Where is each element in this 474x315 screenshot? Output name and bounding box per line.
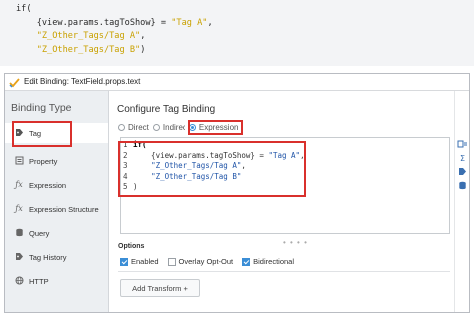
binding-app-icon [9, 78, 20, 88]
title-bar[interactable]: Edit Binding: TextField.props.text [5, 74, 469, 91]
property-icon [14, 156, 24, 166]
sidebar-item-label: Property [29, 156, 58, 166]
radio-indirect-dot[interactable] [152, 124, 160, 131]
configure-heading: Configure Tag Binding [117, 104, 216, 115]
sidebar-item-query[interactable]: Query [5, 223, 108, 243]
checkbox-enabled-box[interactable] [120, 257, 128, 266]
dialog-title: Edit Binding: TextField.props.text [24, 77, 141, 86]
checkbox-overlay-box[interactable] [167, 257, 176, 266]
checkbox-enabled-label: Enabled [131, 257, 159, 266]
sidebar-item-label: Expression [29, 180, 67, 190]
checkbox-bidirectional-box[interactable] [242, 257, 251, 266]
expression-snippet: if( {view.params.tagToShow} = "Tag A", "… [0, 0, 474, 66]
editor-toolbar: Σ [454, 91, 469, 312]
sidebar-item-label: Query [29, 228, 50, 238]
sigma-icon[interactable]: Σ [457, 153, 468, 164]
edit-binding-dialog: Edit Binding: TextField.props.text Bindi… [4, 73, 470, 313]
tag-icon[interactable] [457, 167, 468, 178]
resize-handle[interactable]: • • • • [283, 238, 308, 247]
database-icon[interactable] [457, 181, 468, 192]
sidebar-item-label: Expression Structure [29, 204, 99, 214]
radio-direct-label: Direct [128, 123, 149, 132]
options-label: Options [118, 243, 145, 250]
sidebar-item-tag-history[interactable]: Tag History [5, 247, 108, 267]
insert-property-icon[interactable] [457, 139, 468, 150]
radio-indirect-label: Indirect [162, 123, 185, 132]
history-icon [14, 252, 24, 262]
checkbox-overlay-label: Overlay Opt-Out [178, 257, 234, 266]
checkbox-bidirectional-label: Bidirectional [253, 257, 294, 266]
sidebar-item-http[interactable]: HTTP [5, 271, 108, 291]
checkbox-enabled[interactable]: Enabled [120, 257, 159, 266]
checkbox-overlay-opt-out[interactable]: Overlay Opt-Out [167, 257, 234, 266]
configure-panel: Configure Tag Binding Direct Indirect Ex… [110, 91, 453, 312]
fx-icon: ƒx [15, 180, 23, 189]
globe-icon [14, 276, 24, 286]
expression-radio-highlight-box [188, 120, 243, 135]
snippet-code: if( {view.params.tagToShow} = "Tag A", "… [16, 4, 213, 55]
binding-type-heading: Binding Type [11, 102, 72, 114]
sidebar-item-expression[interactable]: ƒx Expression [5, 175, 108, 195]
fx-icon: ƒx [15, 204, 23, 213]
radio-indirect[interactable]: Indirect [152, 123, 185, 132]
sidebar-item-label: HTTP [29, 276, 49, 286]
sidebar-item-property[interactable]: Property [5, 151, 108, 171]
checkbox-bidirectional[interactable]: Bidirectional [242, 257, 294, 266]
options-checkboxes: Enabled Overlay Opt-Out Bidirectional [120, 257, 303, 266]
code-highlight-box [118, 141, 306, 197]
radio-direct[interactable]: Direct [118, 123, 149, 132]
sidebar-item-expression-structure[interactable]: ƒx Expression Structure [5, 199, 108, 219]
database-icon [14, 228, 24, 238]
sidebar-item-label: Tag History [29, 252, 67, 262]
radio-direct-dot[interactable] [118, 124, 125, 131]
tag-highlight-box [12, 121, 72, 147]
divider [118, 271, 450, 272]
add-transform-button[interactable]: Add Transform + [120, 279, 200, 297]
